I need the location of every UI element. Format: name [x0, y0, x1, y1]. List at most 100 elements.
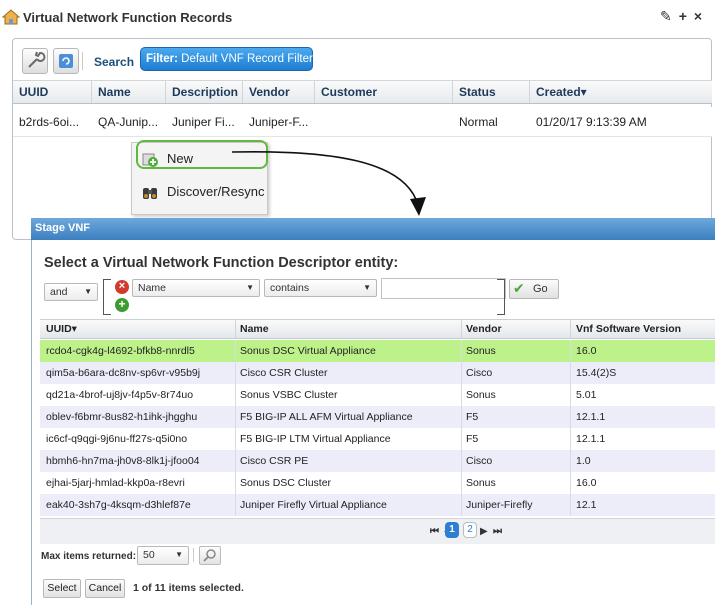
- column-created[interactable]: Created▾: [536, 85, 587, 99]
- filter-chip[interactable]: Filter: Default VNF Record Filter: [140, 47, 313, 71]
- remove-condition-icon[interactable]: ×: [115, 280, 129, 294]
- filter-value-input[interactable]: [381, 278, 506, 299]
- column-name[interactable]: Name: [98, 85, 131, 99]
- cell-software-version: 15.4(2)S: [576, 367, 617, 379]
- chevron-down-icon: ▼: [175, 550, 183, 559]
- next-page-icon[interactable]: ▶: [480, 526, 488, 537]
- table-row[interactable]: oblev-f6bmr-8us82-h1ihk-jhgghu F5 BIG-IP …: [40, 406, 715, 428]
- column-vendor[interactable]: Vendor: [249, 85, 290, 99]
- table-row[interactable]: eak40-3sh7g-4ksqm-d3hlef87e Juniper Firef…: [40, 494, 715, 516]
- field-select[interactable]: Name ▼: [132, 279, 260, 297]
- table-row[interactable]: ejhai-5jarj-hmlad-kkp0a-r8evri Sonus DSC …: [40, 472, 715, 494]
- records-table-header: UUID Name Description Vendor Customer St…: [13, 80, 712, 104]
- wrench-button[interactable]: [22, 48, 48, 74]
- home-icon: [2, 9, 20, 25]
- cell-vendor: F5: [466, 411, 479, 423]
- chevron-down-icon: ▼: [84, 287, 92, 296]
- refresh-icon: [59, 54, 73, 68]
- dialog-heading: Select a Virtual Network Function Descri…: [44, 255, 399, 271]
- cell-name: F5 BIG-IP ALL AFM Virtual Appliance: [240, 411, 413, 423]
- column-software-version[interactable]: Vnf Software Version: [576, 323, 681, 335]
- highlight-outline: [136, 140, 268, 169]
- max-items-label: Max items returned:: [41, 551, 137, 562]
- field-value: Name: [138, 282, 167, 294]
- cell-software-version: 12.1.1: [576, 411, 606, 423]
- column-uuid[interactable]: UUID▾: [46, 323, 77, 335]
- cell-vendor: F5: [466, 433, 479, 445]
- cell-vendor: Juniper-F...: [249, 115, 309, 129]
- cell-vendor: Juniper-Firefly: [466, 499, 533, 511]
- column-uuid[interactable]: UUID: [19, 85, 48, 99]
- column-customer[interactable]: Customer: [321, 85, 377, 99]
- cell-vendor: Sonus: [466, 477, 496, 489]
- cell-vendor: Cisco: [466, 367, 493, 379]
- close-icon[interactable]: ×: [694, 8, 709, 24]
- cell-name: Sonus DSC Cluster: [240, 477, 332, 489]
- cell-uuid: qd21a-4brof-uj8jv-f4p5v-8r74uo: [46, 389, 194, 401]
- cell-vendor: Sonus: [466, 345, 496, 357]
- table-row[interactable]: ic6cf-q9qgi-9j6nu-ff27s-q5i0no F5 BIG-IP …: [40, 428, 715, 450]
- cell-uuid: ejhai-5jarj-hmlad-kkp0a-r8evri: [46, 477, 185, 489]
- binoculars-icon: [143, 188, 157, 199]
- cell-uuid: hbmh6-hn7ma-jh0v8-8lk1j-jfoo04: [46, 455, 200, 467]
- column-description[interactable]: Description: [172, 85, 238, 99]
- column-status[interactable]: Status: [459, 85, 496, 99]
- selection-status: 1 of 11 items selected.: [133, 582, 244, 594]
- table-row[interactable]: qim5a-b6ara-dc8nv-sp6vr-v95b9j Cisco CSR …: [40, 362, 715, 384]
- table-row[interactable]: hbmh6-hn7ma-jh0v8-8lk1j-jfoo04 Cisco CSR …: [40, 450, 715, 472]
- title-actions: ✎+×: [660, 8, 709, 25]
- cell-vendor: Sonus: [466, 389, 496, 401]
- cell-uuid: ic6cf-q9qgi-9j6nu-ff27s-q5i0no: [46, 433, 188, 445]
- page-title: Virtual Network Function Records: [23, 10, 233, 25]
- add-icon[interactable]: +: [679, 8, 694, 24]
- check-icon: ✔: [513, 280, 525, 296]
- chevron-down-icon: ▼: [246, 283, 254, 292]
- select-button[interactable]: Select: [43, 579, 81, 598]
- wrench-icon: [28, 51, 46, 68]
- filter-value: Default VNF Record Filter: [181, 53, 313, 65]
- pager: ⏮ ◀ ▶ ⏭: [40, 518, 715, 544]
- page-button-2[interactable]: 2: [463, 522, 477, 538]
- cell-uuid: qim5a-b6ara-dc8nv-sp6vr-v95b9j: [46, 367, 201, 379]
- search-link[interactable]: Search: [94, 55, 134, 69]
- cell-uuid: oblev-f6bmr-8us82-h1ihk-jhgghu: [46, 411, 198, 423]
- operator-select[interactable]: contains ▼: [264, 279, 377, 297]
- conjunction-select[interactable]: and ▼: [44, 283, 98, 301]
- column-vendor[interactable]: Vendor: [466, 323, 502, 335]
- last-page-icon[interactable]: ⏭: [493, 526, 502, 537]
- settings-icon[interactable]: ✎: [660, 8, 679, 24]
- cell-uuid: eak40-3sh7g-4ksqm-d3hlef87e: [46, 499, 191, 511]
- add-condition-icon[interactable]: +: [115, 298, 129, 312]
- cancel-button[interactable]: Cancel: [85, 579, 125, 598]
- cell-software-version: 12.1.1: [576, 433, 606, 445]
- menu-item-discover[interactable]: Discover/Resync: [132, 177, 268, 207]
- table-row[interactable]: b2rds-6oi... QA-Junip... Juniper Fi... J…: [13, 107, 712, 137]
- cell-name: QA-Junip...: [98, 115, 159, 129]
- cell-name: F5 BIG-IP LTM Virtual Appliance: [240, 433, 391, 445]
- toolbar-divider: [82, 52, 83, 70]
- dialog-titlebar[interactable]: [31, 218, 715, 240]
- table-row[interactable]: qd21a-4brof-uj8jv-f4p5v-8r74uo Sonus VSBC…: [40, 384, 715, 406]
- cell-software-version: 16.0: [576, 477, 597, 489]
- conjunction-value: and: [50, 286, 68, 298]
- divider: [193, 548, 194, 562]
- page-button-1[interactable]: 1: [445, 522, 459, 538]
- refresh-button[interactable]: [53, 48, 79, 74]
- bracket-left: [103, 279, 111, 315]
- column-name[interactable]: Name: [240, 323, 269, 335]
- menu-item-label: Discover/Resync: [167, 184, 265, 199]
- title-bar: Virtual Network Function Records ✎+×: [0, 0, 715, 36]
- search-button[interactable]: [199, 546, 221, 565]
- cell-vendor: Cisco: [466, 455, 493, 467]
- cell-software-version: 5.01: [576, 389, 597, 401]
- max-items-select[interactable]: 50 ▼: [137, 546, 189, 565]
- dialog-title: Stage VNF: [35, 222, 91, 234]
- first-page-icon[interactable]: ⏮: [430, 526, 439, 537]
- cell-name: Cisco CSR PE: [240, 455, 309, 467]
- cell-status: Normal: [459, 115, 498, 129]
- table-row[interactable]: rcdo4-cgk4g-l4692-bfkb8-nnrdl5 Sonus DSC …: [40, 340, 715, 362]
- cell-name: Sonus DSC Virtual Appliance: [240, 345, 376, 357]
- cell-uuid: b2rds-6oi...: [19, 115, 80, 129]
- cell-name: Juniper Firefly Virtual Appliance: [240, 499, 387, 511]
- cell-name: Sonus VSBC Cluster: [240, 389, 338, 401]
